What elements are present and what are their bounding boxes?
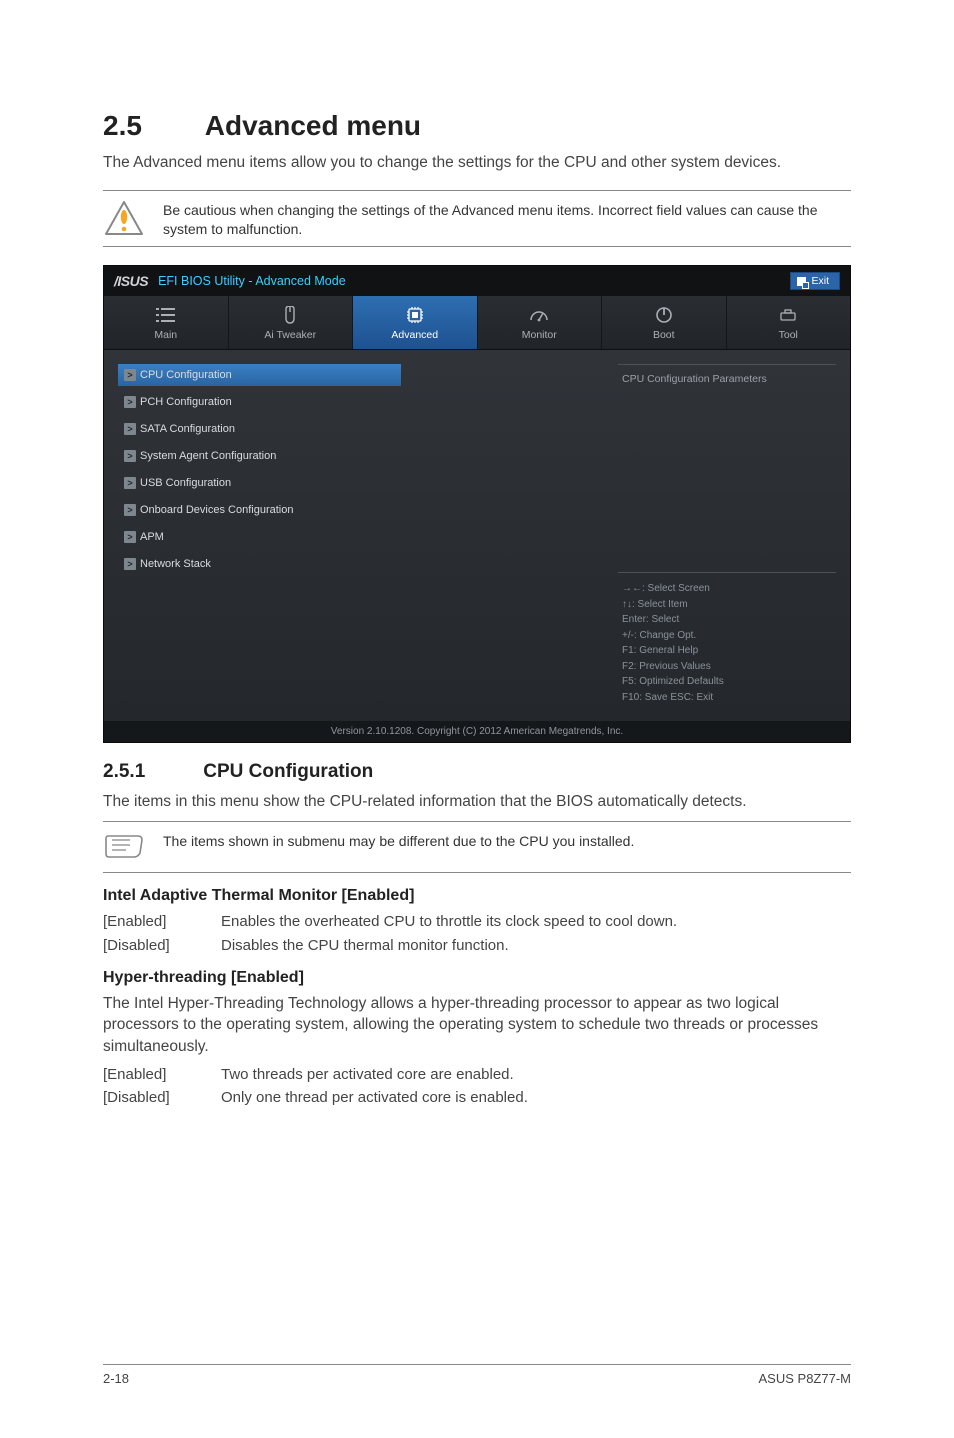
setting-paragraph: The Intel Hyper-Threading Technology all… — [103, 993, 851, 1058]
help-line: →←: Select Screen — [622, 581, 832, 597]
subsection-number: 2.5.1 — [103, 761, 198, 783]
option-row: [Enabled] Two threads per activated core… — [103, 1064, 851, 1086]
chevron-right-icon: > — [124, 477, 136, 489]
menu-label: USB Configuration — [140, 477, 231, 489]
menu-item-network-stack[interactable]: > Network Stack — [118, 553, 606, 575]
list-icon — [155, 306, 177, 324]
option-key: [Disabled] — [103, 935, 221, 957]
option-value: Disables the CPU thermal monitor functio… — [221, 935, 851, 957]
subsection-intro: The items in this menu show the CPU-rela… — [103, 791, 851, 813]
option-key: [Enabled] — [103, 1064, 221, 1086]
bios-title-text: EFI BIOS Utility - Advanced Mode — [158, 274, 346, 288]
menu-item-pch-config[interactable]: > PCH Configuration — [118, 391, 606, 413]
power-icon — [653, 306, 675, 324]
chevron-right-icon: > — [124, 450, 136, 462]
gauge-icon — [528, 306, 550, 324]
menu-item-cpu-config[interactable]: > CPU Configuration — [118, 364, 401, 386]
exit-label: Exit — [811, 275, 829, 287]
chevron-right-icon: > — [124, 369, 136, 381]
option-key: [Disabled] — [103, 1087, 221, 1109]
warning-callout: Be cautious when changing the settings o… — [103, 190, 851, 248]
tool-icon — [777, 306, 799, 324]
setting-heading-hyperthreading: Hyper-threading [Enabled] — [103, 969, 851, 987]
tab-advanced[interactable]: Advanced — [353, 296, 478, 349]
chevron-right-icon: > — [124, 396, 136, 408]
section-title: Advanced menu — [205, 110, 421, 141]
help-line: F5: Optimized Defaults — [622, 674, 832, 690]
warning-text: Be cautious when changing the settings o… — [163, 199, 851, 239]
option-value: Two threads per activated core are enabl… — [221, 1064, 851, 1086]
bios-tab-bar: Main Ai Tweaker Advanced Monitor Boot To… — [104, 296, 850, 350]
bios-screenshot: /ISUS EFI BIOS Utility - Advanced Mode E… — [103, 265, 851, 743]
bios-body: > CPU Configuration > PCH Configuration > S… — [104, 350, 850, 721]
tab-main[interactable]: Main — [104, 296, 229, 349]
help-line: ↑↓: Select Item — [622, 597, 832, 613]
chevron-right-icon: > — [124, 558, 136, 570]
option-value: Only one thread per activated core is en… — [221, 1087, 851, 1109]
menu-label: APM — [140, 531, 164, 543]
page-footer: 2-18 ASUS P8Z77-M — [103, 1364, 851, 1386]
option-value: Enables the overheated CPU to throttle i… — [221, 911, 851, 933]
setting-heading-thermal: Intel Adaptive Thermal Monitor [Enabled] — [103, 887, 851, 905]
tab-label: Tool — [779, 329, 798, 341]
option-row: [Disabled] Disables the CPU thermal moni… — [103, 935, 851, 957]
info-panel: CPU Configuration Parameters — [618, 364, 836, 482]
bios-footer: Version 2.10.1208. Copyright (C) 2012 Am… — [104, 721, 850, 742]
asus-logo: /ISUS — [114, 273, 148, 289]
page-heading: 2.5 Advanced menu — [103, 110, 851, 142]
bios-titlebar: /ISUS EFI BIOS Utility - Advanced Mode E… — [104, 266, 850, 296]
help-line: F1: General Help — [622, 643, 832, 659]
tab-label: Ai Tweaker — [264, 329, 316, 341]
mouse-icon — [279, 306, 301, 324]
menu-label: PCH Configuration — [140, 396, 232, 408]
options-table: [Enabled] Two threads per activated core… — [103, 1064, 851, 1110]
chevron-right-icon: > — [124, 423, 136, 435]
note-callout: The items shown in submenu may be differ… — [103, 821, 851, 873]
subsection-heading: 2.5.1 CPU Configuration — [103, 761, 851, 783]
tab-ai-tweaker[interactable]: Ai Tweaker — [229, 296, 354, 349]
bios-right-panel: CPU Configuration Parameters →←: Select … — [618, 364, 836, 713]
intro-paragraph: The Advanced menu items allow you to cha… — [103, 152, 851, 174]
menu-item-system-agent-config[interactable]: > System Agent Configuration — [118, 445, 606, 467]
help-panel: →←: Select Screen ↑↓: Select Item Enter:… — [618, 572, 836, 713]
bios-menu-list: > CPU Configuration > PCH Configuration > S… — [118, 364, 606, 713]
tab-label: Main — [154, 329, 177, 341]
tab-label: Boot — [653, 329, 675, 341]
help-line: Enter: Select — [622, 612, 832, 628]
tab-boot[interactable]: Boot — [602, 296, 727, 349]
product-name: ASUS P8Z77-M — [759, 1371, 851, 1386]
exit-button[interactable]: Exit — [790, 272, 840, 290]
menu-item-sata-config[interactable]: > SATA Configuration — [118, 418, 606, 440]
warning-icon — [103, 199, 145, 237]
tab-label: Monitor — [522, 329, 557, 341]
menu-label: System Agent Configuration — [140, 450, 276, 462]
note-icon — [103, 830, 145, 864]
note-text: The items shown in submenu may be differ… — [163, 830, 851, 851]
tab-tool[interactable]: Tool — [727, 296, 851, 349]
help-line: F2: Previous Values — [622, 659, 832, 675]
menu-item-onboard-devices-config[interactable]: > Onboard Devices Configuration — [118, 499, 606, 521]
option-row: [Enabled] Enables the overheated CPU to … — [103, 911, 851, 933]
section-number: 2.5 — [103, 110, 198, 142]
menu-label: Onboard Devices Configuration — [140, 504, 293, 516]
chevron-right-icon: > — [124, 531, 136, 543]
menu-item-usb-config[interactable]: > USB Configuration — [118, 472, 606, 494]
tab-label: Advanced — [391, 329, 438, 341]
exit-icon — [797, 277, 806, 286]
subsection-title: CPU Configuration — [203, 761, 373, 782]
menu-label: Network Stack — [140, 558, 211, 570]
option-key: [Enabled] — [103, 911, 221, 933]
menu-label: CPU Configuration — [140, 369, 232, 381]
tab-monitor[interactable]: Monitor — [478, 296, 603, 349]
option-row: [Disabled] Only one thread per activated… — [103, 1087, 851, 1109]
menu-item-apm[interactable]: > APM — [118, 526, 606, 548]
menu-label: SATA Configuration — [140, 423, 235, 435]
page-number: 2-18 — [103, 1371, 129, 1386]
help-line: +/-: Change Opt. — [622, 628, 832, 644]
chip-icon — [404, 306, 426, 324]
options-table: [Enabled] Enables the overheated CPU to … — [103, 911, 851, 957]
chevron-right-icon: > — [124, 504, 136, 516]
help-line: F10: Save ESC: Exit — [622, 690, 832, 706]
bios-title: /ISUS EFI BIOS Utility - Advanced Mode — [114, 273, 346, 289]
